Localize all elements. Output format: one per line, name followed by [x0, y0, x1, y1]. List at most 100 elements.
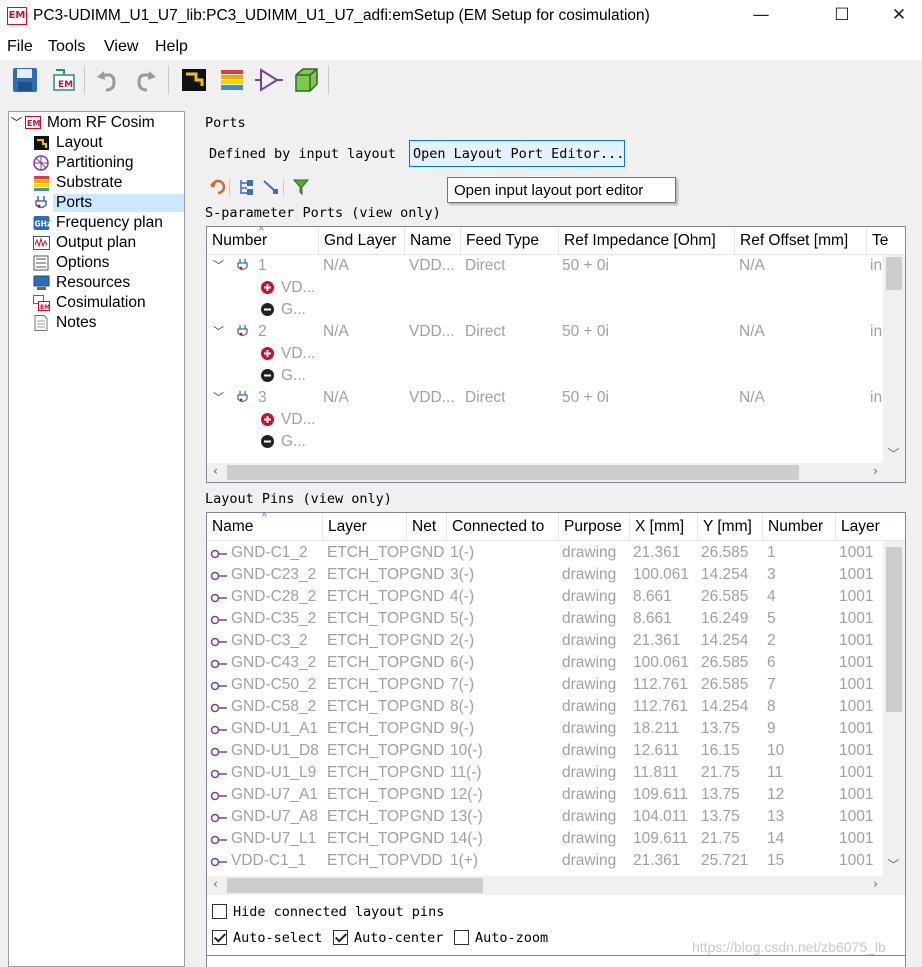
pin-y: 16.249: [701, 610, 749, 627]
tree-item-label: Partitioning: [56, 154, 134, 171]
pin-y: 26.585: [701, 588, 749, 605]
sort-asc-icon: ^: [259, 226, 264, 237]
col-header-feed-type[interactable]: Feed Type: [461, 227, 559, 255]
pin-name: GND-C23_2: [231, 566, 317, 583]
open-layout-port-editor-button[interactable]: Open Layout Port Editor...: [409, 140, 625, 167]
sparam-horizontal-scrollbar[interactable]: ‹ ›: [207, 463, 905, 482]
pin-name: GND-C43_2: [231, 654, 317, 671]
auto-center-checkbox[interactable]: [333, 930, 348, 945]
port-icon: [236, 390, 249, 406]
pin-layer: ETCH_TOP: [327, 764, 410, 781]
tree-item-options[interactable]: Options: [9, 253, 184, 273]
close-button[interactable]: ✕: [876, 0, 922, 33]
menu-help[interactable]: Help: [155, 38, 188, 56]
tree-item-resources[interactable]: Resources: [9, 273, 184, 293]
table-row[interactable]: [207, 543, 883, 565]
col-header-connected-to[interactable]: Connected to: [447, 513, 559, 541]
col-header-number[interactable]: Number: [763, 513, 836, 541]
save-icon[interactable]: [11, 66, 39, 94]
col-header-ref-offset[interactable]: Ref Offset [mm]: [735, 227, 867, 255]
col-header-te[interactable]: Te: [867, 227, 905, 255]
tree-item-label: Frequency plan: [56, 214, 163, 231]
col-header-layer[interactable]: Layer: [323, 513, 407, 541]
col-header-gnd-layer[interactable]: Gnd Layer: [319, 227, 405, 255]
menu-view[interactable]: View: [104, 38, 138, 56]
pin-name: GND-U1_L9: [231, 764, 317, 781]
filter-icon[interactable]: [292, 178, 310, 196]
substrate-icon[interactable]: [218, 66, 246, 94]
em-export-icon[interactable]: EM: [50, 66, 78, 94]
minimize-button[interactable]: —: [738, 0, 784, 33]
layout-icon: [33, 135, 50, 151]
tree-item-substrate[interactable]: Substrate: [9, 173, 184, 193]
hide-connected-checkbox[interactable]: [212, 904, 227, 919]
port-ref-offset: N/A: [739, 389, 765, 406]
pin-layer-num: 1001: [839, 852, 874, 869]
tree-item-layout[interactable]: Layout: [9, 133, 184, 153]
pin-x: 109.611: [633, 830, 688, 847]
auto-zoom-checkbox[interactable]: [454, 930, 469, 945]
col-header-y[interactable]: Y [mm]: [698, 513, 763, 541]
tree-item-cosimulation[interactable]: EM Cosimulation: [9, 293, 184, 313]
menu-file[interactable]: File: [7, 38, 33, 56]
chevron-down-icon[interactable]: ﹀: [213, 257, 224, 273]
options-icon: [33, 255, 50, 271]
table-row[interactable]: [207, 631, 883, 653]
tree-item-frequency-plan[interactable]: GHz Frequency plan: [9, 213, 184, 233]
col-header-layer-num[interactable]: Layer: [836, 513, 905, 541]
port-te: in: [870, 323, 883, 340]
ghz-icon: GHz: [33, 215, 51, 231]
redo-icon[interactable]: [131, 66, 159, 94]
pin-y: 26.585: [701, 544, 749, 561]
3d-box-icon[interactable]: [292, 66, 320, 94]
chevron-down-icon[interactable]: ﹀: [11, 114, 22, 130]
pin-net: GND: [410, 742, 445, 759]
pins-horizontal-scrollbar[interactable]: ‹ ›: [207, 876, 905, 895]
tree-item-notes[interactable]: Notes: [9, 313, 184, 333]
col-header-ref-impedance[interactable]: Ref Impedance [Ohm]: [559, 227, 735, 255]
ports-icon: [33, 195, 50, 211]
resources-icon: [33, 275, 50, 291]
auto-select-checkbox[interactable]: [212, 930, 227, 945]
sparam-ports-table[interactable]: Number ^ Gnd Layer Name Feed Type Ref Imp…: [206, 226, 906, 483]
tree-item-label: Ports: [53, 194, 184, 212]
pin-number: 13: [767, 808, 785, 825]
menu-tools[interactable]: Tools: [48, 38, 85, 56]
pins-vertical-scrollbar[interactable]: ﹀: [883, 541, 905, 876]
pin-layer-num: 1001: [839, 830, 874, 847]
pin-net: GND: [410, 786, 445, 803]
tree-item-partitioning[interactable]: Partitioning: [9, 153, 184, 173]
sparam-vertical-scrollbar[interactable]: ﹀: [883, 255, 905, 465]
expand-all-icon[interactable]: [238, 178, 256, 196]
layout-icon[interactable]: [180, 66, 208, 94]
collapse-all-icon[interactable]: [262, 178, 280, 196]
port-icon[interactable]: [255, 66, 283, 94]
pin-icon: [210, 547, 228, 561]
tree-item-output-plan[interactable]: Output plan: [9, 233, 184, 253]
pin-net: GND: [410, 610, 445, 627]
svg-text:GHz: GHz: [35, 220, 51, 229]
col-header-net[interactable]: Net: [407, 513, 447, 541]
col-header-x[interactable]: X [mm]: [630, 513, 698, 541]
chevron-down-icon[interactable]: ﹀: [213, 389, 224, 405]
col-header-purpose[interactable]: Purpose: [559, 513, 630, 541]
layout-pins-table[interactable]: Name ^ Layer Net Connected to Purpose X […: [206, 512, 906, 967]
maximize-button[interactable]: ☐: [819, 0, 865, 33]
refresh-icon[interactable]: [209, 178, 227, 196]
pin-icon: [210, 745, 228, 759]
pin-number: 9: [767, 720, 776, 737]
pin-y: 25.721: [701, 852, 749, 869]
pin-number: 8: [767, 698, 776, 715]
pin-y: 14.254: [701, 566, 749, 583]
pin-number: 14: [767, 830, 785, 847]
pin-connected-to: 12(-): [450, 786, 483, 803]
undo-icon[interactable]: [94, 66, 122, 94]
pin-net: GND: [410, 698, 445, 715]
chevron-down-icon[interactable]: ﹀: [213, 323, 224, 339]
tree-item-ports[interactable]: Ports: [9, 193, 184, 213]
col-header-name[interactable]: Name: [405, 227, 461, 255]
tree-root-mom-rf-cosim[interactable]: ﹀ EM Mom RF Cosim: [9, 113, 184, 133]
col-header-number[interactable]: Number ^: [207, 227, 319, 255]
col-header-pin-name[interactable]: Name ^: [207, 513, 323, 541]
port-name: VDD...: [409, 323, 455, 340]
